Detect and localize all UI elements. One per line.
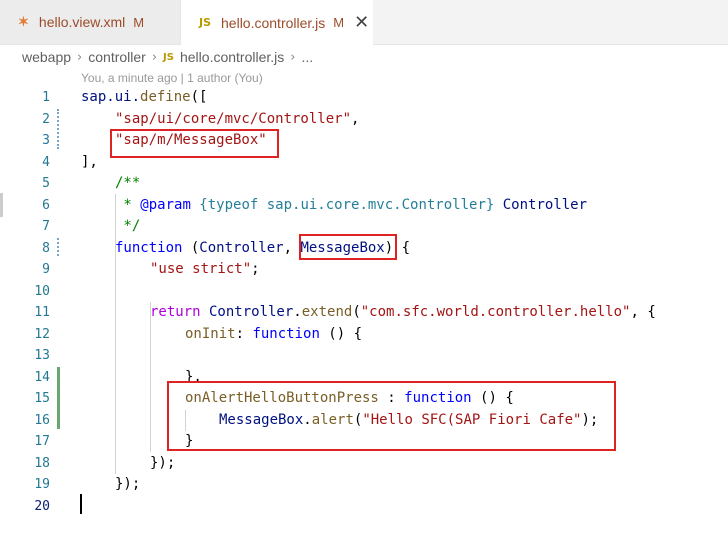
code-line: 20	[0, 496, 728, 518]
line-number: 2	[42, 111, 50, 127]
tab-label: hello.view.xml	[38, 14, 126, 30]
code-line: 11 return Controller.extend("com.sfc.wor…	[0, 302, 728, 324]
line-number: 14	[34, 369, 50, 385]
chevron-right-icon: ›	[151, 49, 158, 65]
line-number: 19	[34, 477, 50, 492]
editor-tab-bar: ✶ hello.view.xml M JS hello.controller.j…	[0, 0, 728, 45]
breadcrumb: webapp › controller › JS hello.controlle…	[22, 46, 313, 68]
rss-icon: ✶	[18, 14, 29, 29]
highlight-box-messagebox-import	[110, 129, 279, 158]
line-number: 9	[42, 262, 50, 277]
line-number: 18	[34, 455, 50, 471]
line-number: 11	[34, 305, 50, 320]
line-number: 7	[42, 219, 50, 234]
code-line: 18 });	[0, 453, 728, 475]
chevron-right-icon: ›	[290, 49, 296, 65]
line-number: 13	[34, 348, 50, 363]
code-line: 9 "use strict";	[0, 259, 728, 281]
js-icon: JS	[163, 51, 174, 63]
code-line: 2 "sap/ui/core/mvc/Controller",	[0, 109, 728, 131]
text-cursor	[80, 494, 82, 514]
tab-label: hello.controller.js	[221, 14, 326, 31]
breadcrumb-symbols[interactable]: ...	[301, 49, 313, 65]
line-number: 20	[34, 498, 50, 514]
code-line: 13	[0, 345, 728, 367]
line-number: 3	[42, 133, 50, 148]
line-number: 17	[34, 434, 50, 449]
code-line: 10	[0, 281, 728, 303]
js-icon: JS	[199, 16, 212, 29]
code-line: 12 onInit: function () {	[0, 324, 728, 346]
breadcrumb-file[interactable]: hello.controller.js	[180, 49, 284, 65]
tab-hello-view-xml[interactable]: ✶ hello.view.xml M	[0, 0, 181, 44]
close-icon[interactable]: ✕	[354, 12, 369, 33]
modified-badge: M	[333, 15, 345, 30]
tab-hello-controller-js[interactable]: JS hello.controller.js M ✕	[181, 0, 373, 45]
code-line: 19 });	[0, 474, 728, 496]
code-line: 1 sap.ui.define([	[0, 87, 728, 109]
line-number: 16	[34, 412, 50, 428]
code-line: 5 /**	[0, 173, 728, 195]
line-number: 15	[34, 391, 50, 406]
code-line: 6 * @param {typeof sap.ui.core.mvc.Contr…	[0, 195, 728, 217]
breadcrumb-webapp[interactable]: webapp	[22, 49, 71, 65]
chevron-right-icon: ›	[77, 49, 83, 65]
line-number: 12	[34, 326, 50, 342]
line-number: 5	[42, 176, 50, 191]
line-number: 1	[42, 90, 50, 105]
breadcrumb-controller[interactable]: controller	[88, 49, 146, 65]
line-number: 8	[42, 240, 50, 256]
highlight-box-alert-handler	[167, 381, 616, 451]
codelens-blame[interactable]: You, a minute ago | 1 author (You)	[81, 71, 263, 85]
line-number: 6	[42, 197, 50, 213]
highlight-box-messagebox-param	[299, 234, 397, 260]
modified-badge: M	[133, 14, 145, 30]
line-number: 4	[42, 154, 50, 170]
line-number: 10	[34, 283, 50, 299]
